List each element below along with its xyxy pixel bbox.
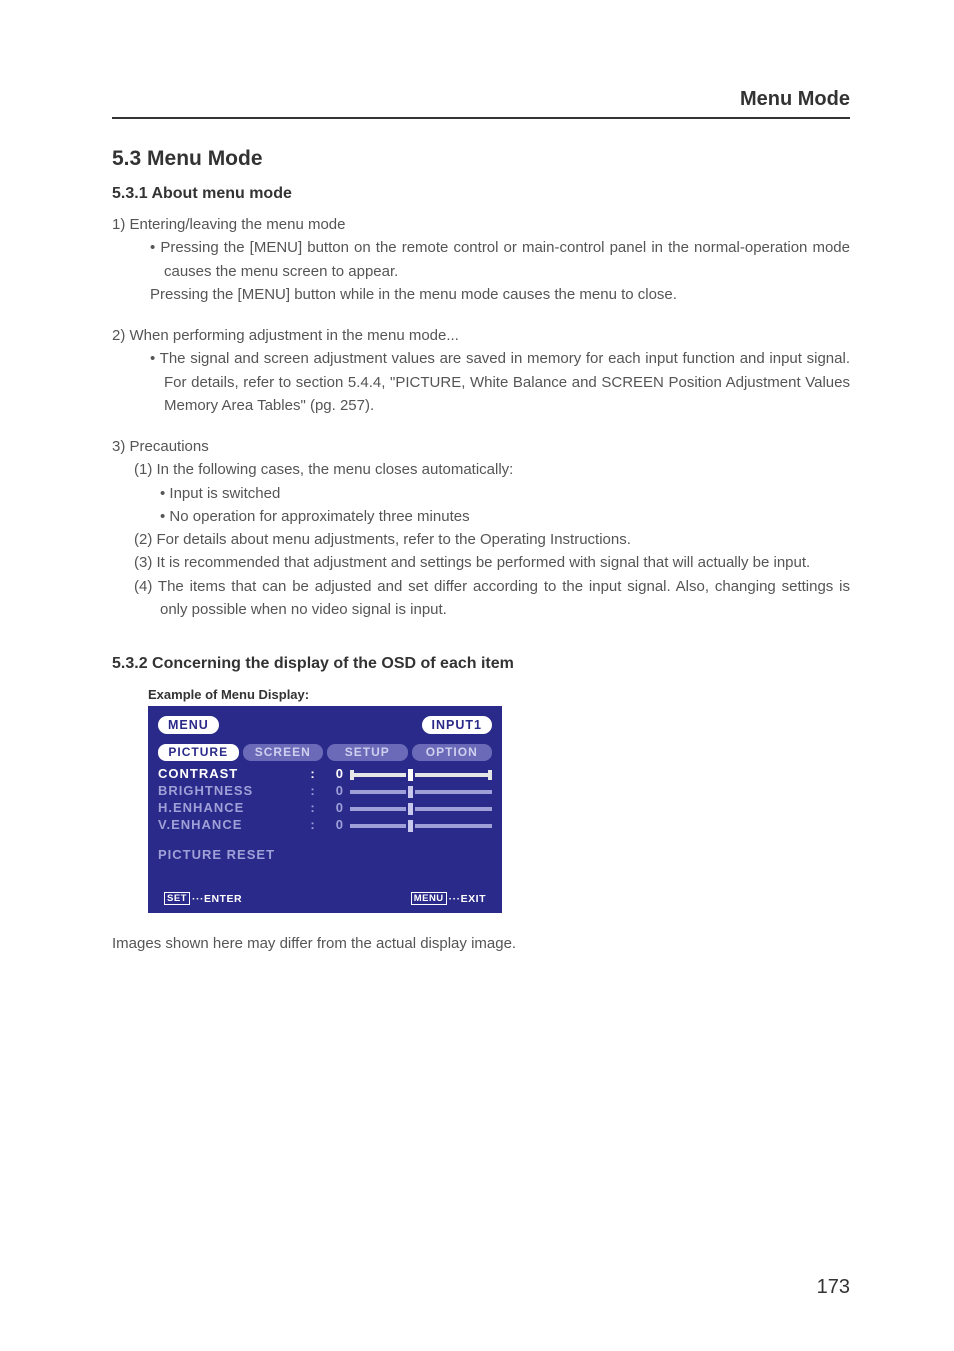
subsection-5-3-2-title: 5.3.2 Concerning the display of the OSD … [112, 655, 850, 673]
num-lead: Precautions [130, 438, 209, 455]
numbered-item-1: 1) Entering/leaving the menu mode • Pres… [112, 213, 850, 306]
osd-footer-left-text: ···ENTER [192, 893, 242, 905]
num-label: 3) [112, 438, 125, 455]
numbered-item-2: 2) When performing adjustment in the men… [112, 324, 850, 417]
osd-colon: : [298, 800, 328, 815]
osd-colon: : [298, 817, 328, 832]
num-label: 1) [112, 216, 125, 233]
osd-row-value: 0 [328, 783, 344, 798]
figure-note: Images shown here may differ from the ac… [112, 935, 850, 952]
osd-row-venhance: V.ENHANCE : 0 [158, 816, 492, 833]
osd-key-set: SET [164, 892, 190, 905]
osd-figure: MENU INPUT1 PICTURE SCREEN SETUP OPTION … [148, 706, 502, 913]
osd-footer-left: SET···ENTER [164, 892, 242, 905]
subsection-5-3-1-title: 5.3.1 About menu mode [112, 185, 850, 203]
paren-item: (3) It is recommended that adjustment an… [134, 551, 850, 574]
osd-slider [350, 820, 492, 830]
osd-row-value: 0 [328, 766, 344, 781]
osd-row-henhance: H.ENHANCE : 0 [158, 799, 492, 816]
sub-bullet: • No operation for approximately three m… [160, 505, 850, 528]
bullet-cont: Pressing the [MENU] button while in the … [150, 283, 850, 306]
osd-tabs: PICTURE SCREEN SETUP OPTION [158, 744, 492, 761]
osd-row-contrast: CONTRAST : 0 [158, 765, 492, 782]
paren-item: (4) The items that can be adjusted and s… [134, 575, 850, 622]
num-lead: When performing adjustment in the menu m… [130, 327, 459, 344]
osd-row-label: V.ENHANCE [158, 817, 298, 832]
numbered-item-3: 3) Precautions (1) In the following case… [112, 435, 850, 621]
osd-list: CONTRAST : 0 BRIGHTNESS : 0 [158, 765, 492, 862]
page-number: 173 [817, 1276, 850, 1299]
osd-footer: SET···ENTER MENU···EXIT [158, 892, 492, 905]
page-header-title: Menu Mode [112, 88, 850, 117]
osd-footer-right-text: ···EXIT [449, 893, 486, 905]
osd-slider [350, 786, 492, 796]
osd-slider [350, 769, 492, 779]
header-rule [112, 117, 850, 119]
osd-menu-pill: MENU [158, 716, 219, 734]
osd-row-label: CONTRAST [158, 766, 298, 781]
osd-caption: Example of Menu Display: [148, 687, 850, 702]
osd-key-menu: MENU [411, 892, 447, 905]
osd-tab-screen: SCREEN [243, 744, 324, 761]
sub-bullet: • Input is switched [160, 482, 850, 505]
section-title: 5.3 Menu Mode [112, 147, 850, 171]
osd-tab-option: OPTION [412, 744, 493, 761]
osd-row-value: 0 [328, 817, 344, 832]
osd-colon: : [298, 783, 328, 798]
num-label: 2) [112, 327, 125, 344]
paren-item: (2) For details about menu adjustments, … [134, 528, 850, 551]
bullet: • The signal and screen adjustment value… [150, 347, 850, 417]
osd-row-label: H.ENHANCE [158, 800, 298, 815]
osd-colon: : [298, 766, 328, 781]
bullet: • Pressing the [MENU] button on the remo… [150, 236, 850, 283]
osd-row-brightness: BRIGHTNESS : 0 [158, 782, 492, 799]
paren-item: (1) In the following cases, the menu clo… [134, 458, 850, 481]
osd-footer-right: MENU···EXIT [411, 892, 486, 905]
osd-slider [350, 803, 492, 813]
osd-tab-setup: SETUP [327, 744, 408, 761]
osd-row-label: BRIGHTNESS [158, 783, 298, 798]
osd-picture-reset: PICTURE RESET [158, 847, 492, 862]
body-text: 1) Entering/leaving the menu mode • Pres… [112, 213, 850, 621]
osd-tab-picture: PICTURE [158, 744, 239, 761]
num-lead: Entering/leaving the menu mode [130, 216, 346, 233]
osd-row-value: 0 [328, 800, 344, 815]
osd-input-pill: INPUT1 [422, 716, 492, 734]
